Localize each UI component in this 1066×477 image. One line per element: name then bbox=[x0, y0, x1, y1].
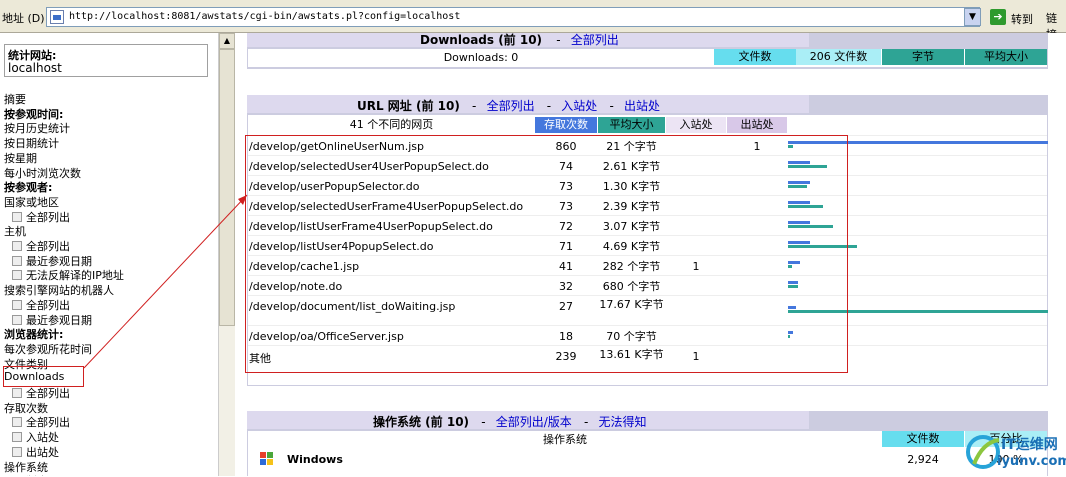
annotation-arrow bbox=[83, 194, 248, 369]
watermark-site: iyunv.com bbox=[997, 454, 1066, 469]
watermark-text: IT运维网 bbox=[1001, 437, 1058, 453]
watermark-logo: IT运维网 iyunv.com bbox=[965, 432, 1066, 474]
